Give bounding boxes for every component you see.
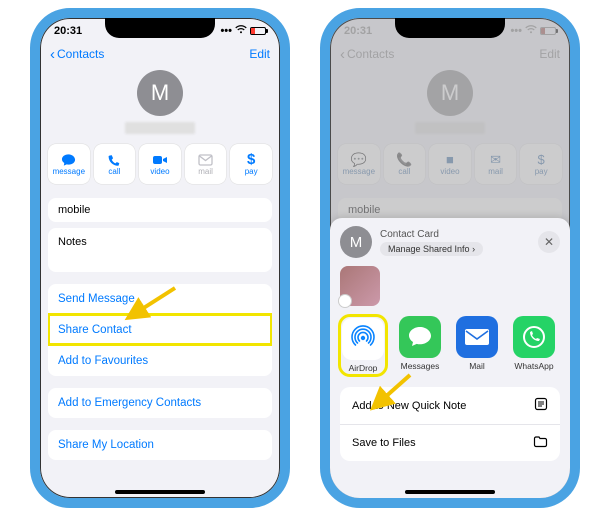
folder-icon [533,435,548,451]
share-contacts-row [340,258,560,310]
quick-note-icon [534,397,548,414]
messages-label: Messages [397,361,443,371]
list-item-share-location[interactable]: Share My Location [48,430,272,460]
action-pay[interactable]: $ pay [230,144,272,184]
home-indicator[interactable] [115,490,205,494]
share-recipient-tile[interactable] [340,266,380,306]
share-contact-label: Share Contact [58,324,132,336]
share-sheet-header: M Contact Card Manage Shared Info › ✕ [340,226,560,258]
chevron-right-icon: › [472,244,475,254]
iphone-left: 20:31 ••• ‹ Contacts Edit M message [30,8,290,508]
mobile-label: mobile [58,204,90,216]
share-options-list: Add to New Quick Note Save to Files [340,387,560,461]
share-title: Contact Card [380,229,530,240]
row-quick-note[interactable]: Add to New Quick Note [340,387,560,424]
mail-icon [198,153,214,167]
airdrop-label: AirDrop [340,363,386,373]
video-icon [152,153,168,167]
notch [395,16,505,38]
phone-icon [106,153,122,167]
avatar[interactable]: M [137,70,183,116]
share-info: Contact Card Manage Shared Info › [380,229,530,256]
action-call[interactable]: call [94,144,136,184]
recipient-badge-icon [338,294,352,308]
share-avatar: M [340,226,372,258]
wifi-icon [235,25,247,37]
action-call-label: call [108,167,120,176]
whatsapp-icon [513,316,555,358]
actions-list-3: Share My Location [48,430,272,460]
action-message[interactable]: message [48,144,90,184]
notes-label: Notes [58,236,87,248]
share-apps-row: AirDrop Messages Mail WhatsApp [340,310,560,381]
list-item-add-favourites[interactable]: Add to Favourites [48,345,272,376]
notch [105,16,215,38]
airdrop-icon [342,318,384,360]
chevron-left-icon: ‹ [50,47,55,62]
action-message-label: message [53,167,85,176]
manage-shared-info-button[interactable]: Manage Shared Info › [380,242,483,256]
quick-actions: message call video mail $ pay [40,140,280,192]
contact-header: M [40,68,280,140]
status-time: 20:31 [54,25,82,37]
avatar-letter: M [151,80,169,106]
mail-app-icon [456,316,498,358]
home-indicator[interactable] [405,490,495,494]
action-video-label: video [150,167,169,176]
contact-name-redacted [125,122,195,134]
status-icons: ••• [220,25,266,37]
send-message-label: Send Message [58,293,135,305]
action-mail-label: mail [198,167,213,176]
iphone-right: 20:31 ••• ‹ Contacts Edit M 💬message 📞ca… [320,8,580,508]
close-button[interactable]: ✕ [538,231,560,253]
share-app-airdrop[interactable]: AirDrop [340,316,386,375]
row-save-files[interactable]: Save to Files [340,424,560,461]
mail-label: Mail [454,361,500,371]
dollar-icon: $ [243,153,259,167]
action-mail[interactable]: mail [185,144,227,184]
share-app-messages[interactable]: Messages [397,316,443,375]
share-app-mail[interactable]: Mail [454,316,500,375]
battery-icon [250,27,266,35]
back-label: Contacts [57,47,104,61]
message-icon [61,153,77,167]
nav-bar: ‹ Contacts Edit [40,40,280,68]
edit-button[interactable]: Edit [249,47,270,61]
close-icon: ✕ [544,235,554,249]
manage-label: Manage Shared Info [388,244,470,254]
mobile-card[interactable]: mobile [48,198,272,222]
actions-list-2: Add to Emergency Contacts [48,388,272,418]
share-sheet: M Contact Card Manage Shared Info › ✕ [330,218,570,498]
back-button[interactable]: ‹ Contacts [50,47,104,62]
action-video[interactable]: video [139,144,181,184]
messages-icon [399,316,441,358]
signal-icon: ••• [220,25,232,37]
add-fav-label: Add to Favourites [58,355,148,367]
share-avatar-letter: M [350,234,363,251]
list-item-share-contact[interactable]: Share Contact [48,314,272,345]
quick-note-label: Add to New Quick Note [352,400,466,412]
share-loc-label: Share My Location [58,439,154,451]
action-pay-label: pay [245,167,258,176]
share-app-whatsapp[interactable]: WhatsApp [511,316,557,375]
notes-card[interactable]: Notes [48,228,272,272]
save-files-label: Save to Files [352,437,416,449]
actions-list: Send Message Share Contact Add to Favour… [48,284,272,376]
whatsapp-label: WhatsApp [511,361,557,371]
list-item-send-message[interactable]: Send Message [48,284,272,314]
list-item-emergency[interactable]: Add to Emergency Contacts [48,388,272,418]
emergency-label: Add to Emergency Contacts [58,397,201,409]
